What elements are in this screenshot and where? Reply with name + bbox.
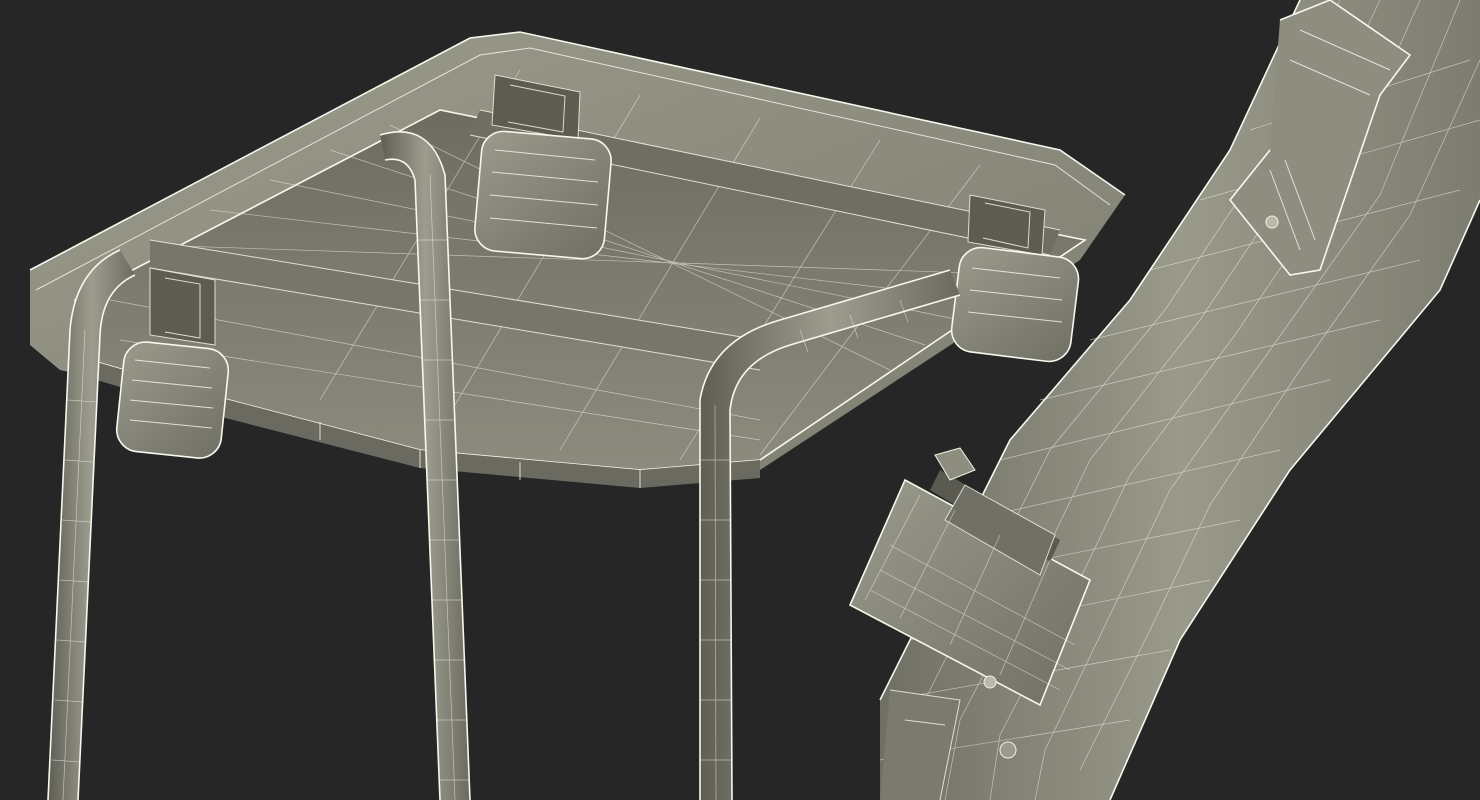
boom-arm xyxy=(879,0,1480,800)
wireframe-render xyxy=(29,0,1480,800)
